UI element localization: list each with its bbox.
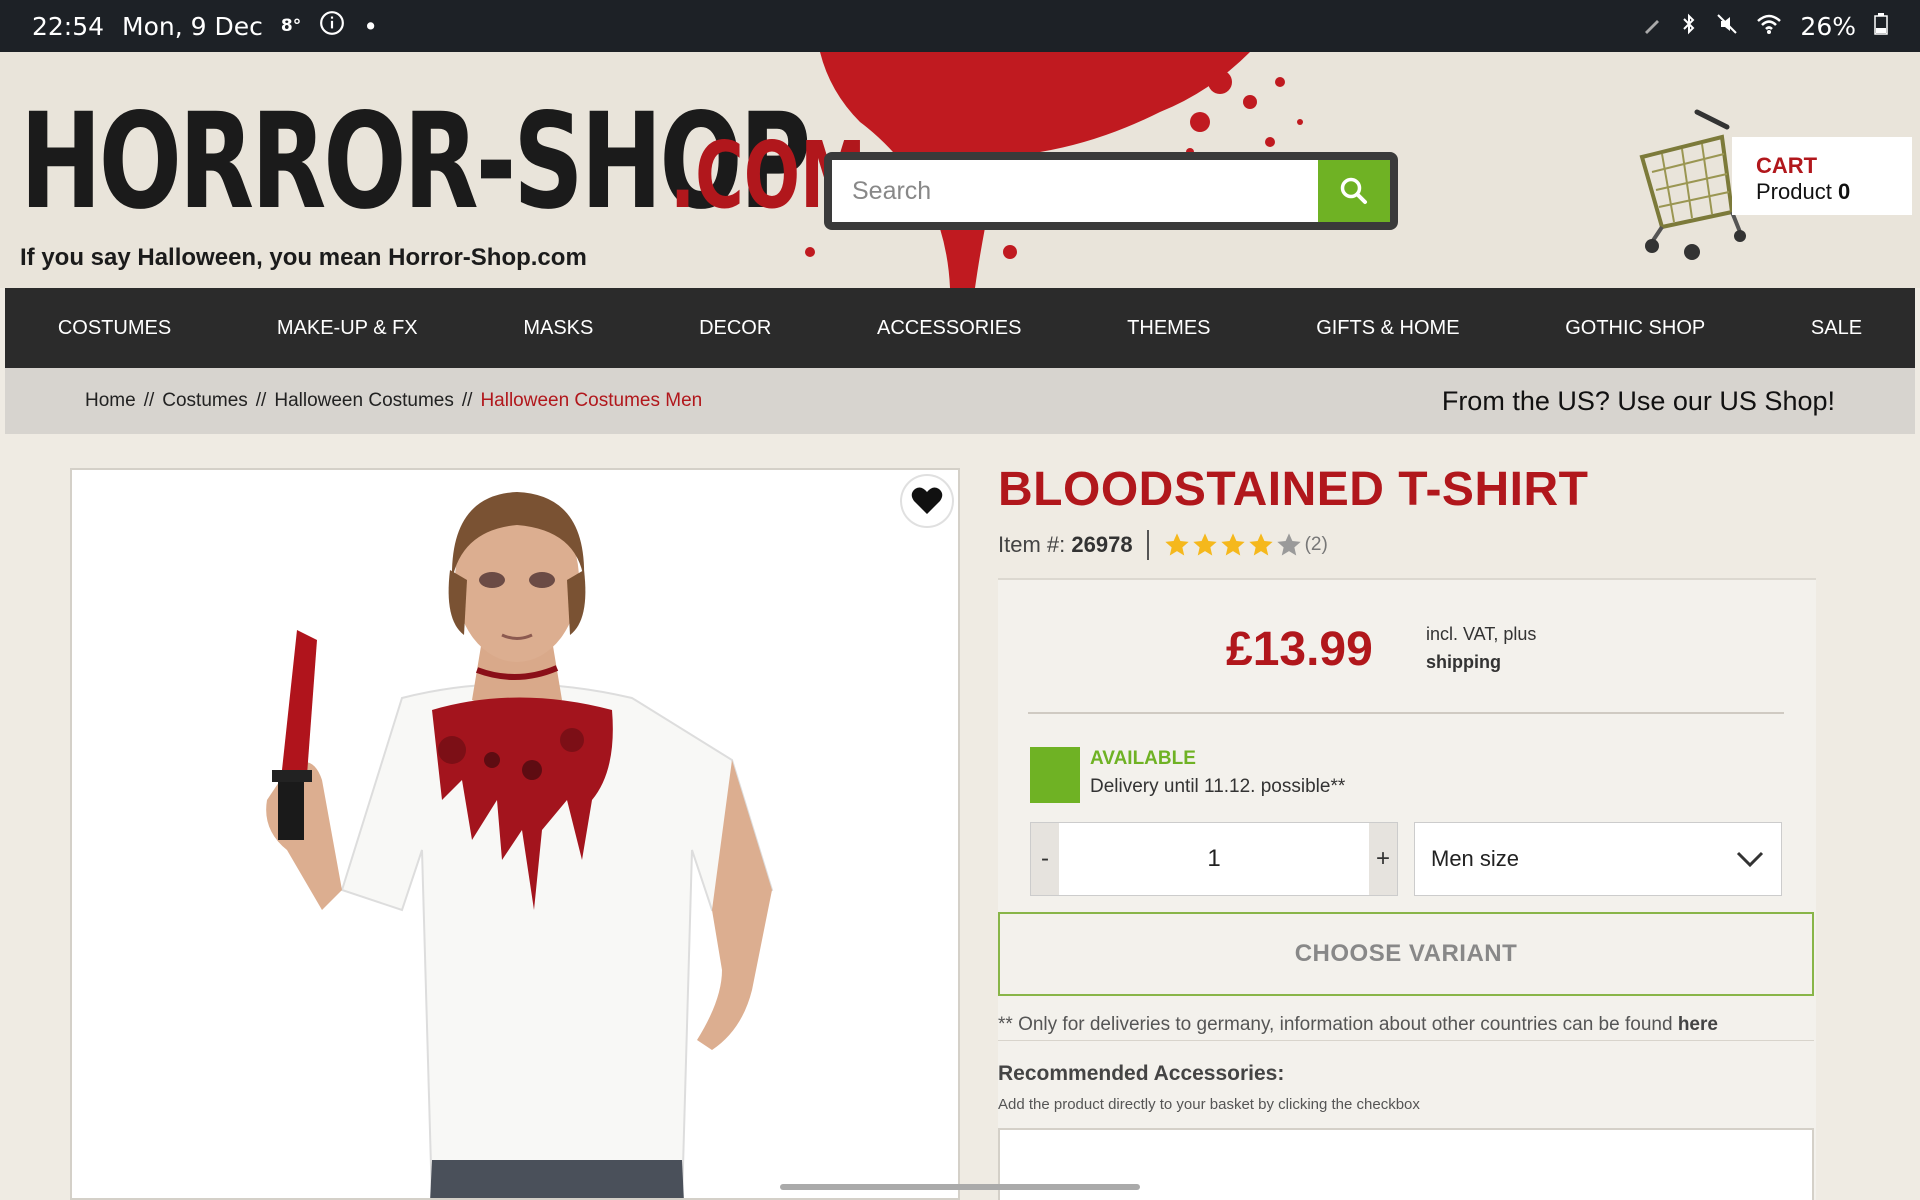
- availability-indicator: [1030, 747, 1080, 803]
- nav-item-sale[interactable]: SALE: [1811, 317, 1862, 340]
- nav-item-costumes[interactable]: COSTUMES: [58, 317, 171, 340]
- breadcrumb-current[interactable]: Halloween Costumes Men: [480, 390, 702, 412]
- footnote-here-link[interactable]: here: [1678, 1014, 1718, 1035]
- quantity-increase-button[interactable]: +: [1369, 823, 1397, 895]
- recommended-accessories-title: Recommended Accessories:: [998, 1062, 1285, 1085]
- recommended-accessories-hint: Add the product directly to your basket …: [998, 1096, 1420, 1113]
- vat-note: incl. VAT, plus shipping: [1426, 624, 1537, 672]
- dot-icon: •: [363, 11, 378, 41]
- quantity-decrease-button[interactable]: -: [1031, 823, 1059, 895]
- cart-summary[interactable]: CART Product 0: [1732, 137, 1912, 215]
- search-input[interactable]: [832, 160, 1318, 222]
- breadcrumb-home[interactable]: Home: [85, 390, 136, 412]
- breadcrumb-separator: //: [143, 390, 155, 411]
- battery-level: 26%: [1800, 11, 1856, 41]
- item-meta: Item #: 26978 (2): [998, 530, 1328, 560]
- purchase-panel: £13.99 incl. VAT, plus shipping AVAILABL…: [998, 578, 1816, 1200]
- search-button[interactable]: [1318, 160, 1390, 222]
- info-icon: [319, 10, 345, 42]
- divider: [1028, 712, 1784, 714]
- main-nav: COSTUMES MAKE-UP & FX MASKS DECOR ACCESS…: [5, 288, 1915, 368]
- bluetooth-icon: [1680, 12, 1698, 41]
- star-rating[interactable]: (2): [1163, 531, 1328, 559]
- availability-status: AVAILABLE: [1090, 748, 1196, 769]
- nav-item-accessories[interactable]: ACCESSORIES: [877, 317, 1021, 340]
- wishlist-button[interactable]: [902, 476, 952, 526]
- star-icon: [1220, 533, 1245, 556]
- nav-item-gothic-shop[interactable]: GOTHIC SHOP: [1565, 317, 1705, 340]
- date: Mon, 9 Dec: [122, 11, 263, 41]
- star-icon: [1164, 533, 1189, 556]
- chevron-down-icon: [1736, 851, 1764, 868]
- cart-product-count: Product 0: [1756, 179, 1851, 204]
- choose-variant-button[interactable]: CHOOSE VARIANT: [998, 912, 1814, 996]
- breadcrumb-separator: //: [255, 390, 267, 411]
- star-icon: [1248, 533, 1273, 556]
- breadcrumb-bar: Home // Costumes // Halloween Costumes /…: [5, 368, 1915, 434]
- quantity-input[interactable]: [1059, 823, 1369, 895]
- cart-label: CART: [1756, 153, 1818, 178]
- size-select-value: Men size: [1431, 846, 1520, 871]
- delivery-estimate: Delivery until 11.12. possible**: [1090, 776, 1346, 797]
- us-shop-link[interactable]: From the US? Use our US Shop!: [1442, 386, 1835, 417]
- cart-count-value: 0: [1837, 179, 1851, 204]
- wifi-icon: [1756, 12, 1782, 41]
- nav-item-makeup-fx[interactable]: MAKE-UP & FX: [277, 317, 418, 340]
- product-photo: [72, 470, 958, 1198]
- cart-widget[interactable]: CART Product 0: [1632, 102, 1912, 262]
- divider: [1146, 530, 1149, 560]
- star-empty-icon: [1276, 533, 1301, 556]
- clock: 22:54: [32, 11, 105, 41]
- nav-item-masks[interactable]: MASKS: [523, 317, 593, 340]
- battery-icon: [1874, 12, 1888, 41]
- shipping-link[interactable]: shipping: [1426, 652, 1501, 672]
- delivery-footnote: ** Only for deliveries to germany, infor…: [998, 1014, 1718, 1035]
- divider: [998, 578, 1816, 580]
- review-count[interactable]: (2): [1305, 534, 1328, 556]
- search-icon: [1340, 177, 1367, 204]
- tagline: If you say Halloween, you mean Horror-Sh…: [20, 244, 587, 271]
- status-bar: 22:54 Mon, 9 Dec 8° • 26%: [0, 0, 1920, 52]
- nav-item-gifts-home[interactable]: GIFTS & HOME: [1316, 317, 1459, 340]
- product-image[interactable]: [70, 468, 960, 1200]
- divider: [998, 1040, 1814, 1041]
- breadcrumb: Home // Costumes // Halloween Costumes /…: [85, 390, 702, 412]
- star-icon: [1192, 533, 1217, 556]
- breadcrumb-separator: //: [461, 390, 473, 411]
- edit-icon: [1642, 12, 1662, 41]
- site-header: HORROR-SHOP .COM If you say Halloween, y…: [0, 52, 1920, 288]
- breadcrumb-halloween-costumes[interactable]: Halloween Costumes: [274, 390, 454, 412]
- nav-item-themes[interactable]: THEMES: [1127, 317, 1210, 340]
- quantity-stepper: - +: [1030, 822, 1398, 896]
- temperature: 8°: [280, 16, 302, 36]
- item-number: Item #: 26978: [998, 532, 1133, 557]
- heart-icon: [911, 487, 943, 514]
- product-title: BLOODSTAINED T-SHIRT: [998, 463, 1589, 516]
- size-select[interactable]: Men size: [1414, 822, 1782, 896]
- home-indicator[interactable]: [780, 1184, 1140, 1190]
- price: £13.99: [1226, 623, 1373, 676]
- nav-item-decor[interactable]: DECOR: [699, 317, 771, 340]
- breadcrumb-costumes[interactable]: Costumes: [162, 390, 248, 412]
- mute-icon: [1716, 12, 1738, 41]
- search-bar: [824, 152, 1398, 230]
